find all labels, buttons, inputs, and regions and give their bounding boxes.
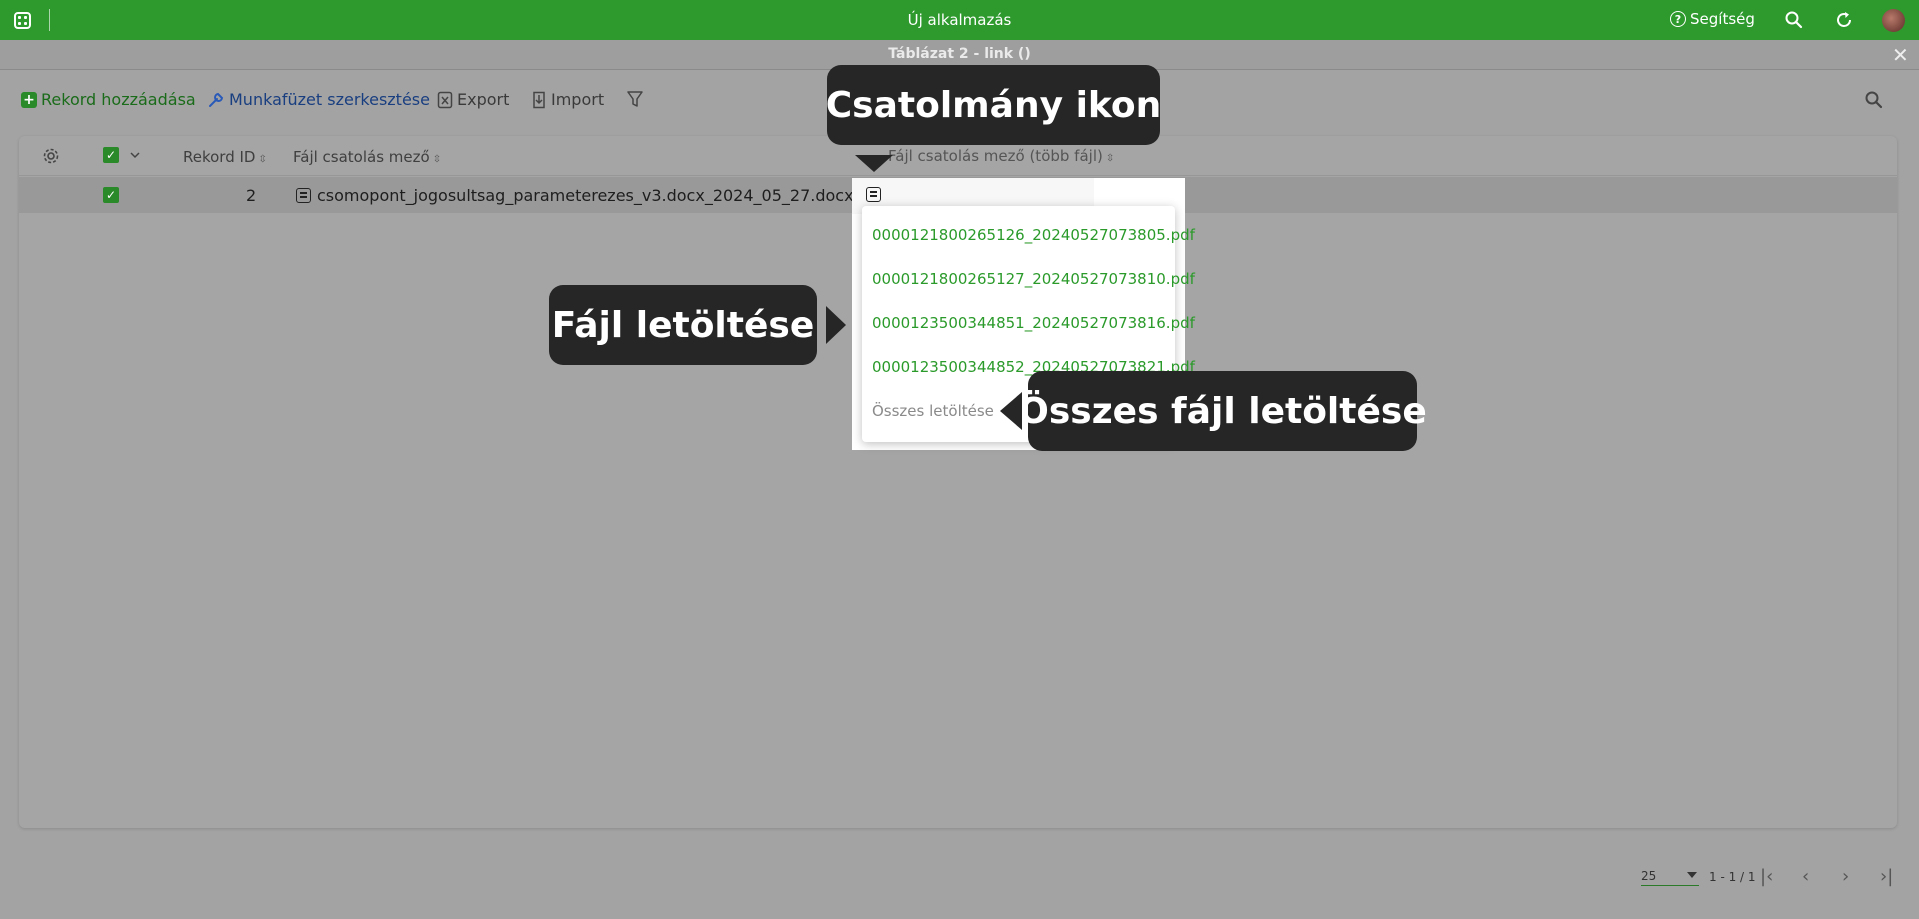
help-label: Segítség (1690, 10, 1755, 28)
import-icon (533, 91, 545, 108)
document-icon (296, 188, 311, 203)
gear-icon[interactable] (42, 147, 60, 165)
file-cell[interactable]: csomopont_jogosultsag_parameterezes_v3.d… (296, 186, 854, 205)
select-all-checkbox[interactable]: ✓ (103, 147, 119, 163)
help-button[interactable]: ? Segítség (1670, 10, 1755, 28)
sort-icon: ⇳ (258, 154, 267, 165)
dialog-title: Táblázat 2 - link () (888, 46, 1031, 62)
multi-file-header-label: Fájl csatolás mező (több fájl) (888, 147, 1103, 165)
file-download-link[interactable]: 0000123500344851_20240527073816.pdf (872, 314, 1195, 332)
plus-icon: + (21, 91, 37, 108)
column-header-record-id[interactable]: Rekord ID ⇳ (183, 148, 267, 166)
column-header-file-field[interactable]: Fájl csatolás mező ⇳ (293, 148, 441, 166)
row-checkbox[interactable]: ✓ (103, 187, 119, 203)
edit-workbook-label: Munkafüzet szerkesztése (229, 90, 430, 109)
export-icon (437, 91, 453, 108)
chevron-down-icon[interactable] (129, 150, 141, 160)
callout-attachment-icon: Csatolmány ikon (826, 65, 1161, 145)
table-search-button[interactable] (1864, 90, 1884, 110)
callout-arrow (1000, 392, 1022, 430)
page-info: 1 - 1 / 1 (1709, 870, 1756, 884)
export-button[interactable]: Export (437, 90, 509, 109)
edit-workbook-button[interactable]: Munkafüzet szerkesztése (207, 90, 430, 109)
sort-icon: ⇳ (432, 154, 442, 165)
add-record-label: Rekord hozzáadása (41, 90, 196, 109)
filter-icon (627, 91, 643, 107)
search-icon (1865, 91, 1883, 109)
page-size-value: 25 (1641, 869, 1657, 883)
callout-download-file: Fájl letöltése (549, 285, 817, 365)
search-icon[interactable] (1784, 10, 1804, 30)
next-page-icon[interactable]: › (1842, 866, 1849, 887)
export-label: Export (457, 90, 510, 109)
filter-button[interactable] (626, 90, 644, 108)
download-all-link[interactable]: Összes letöltése (872, 402, 994, 420)
callout-arrow (855, 155, 893, 172)
file-download-link[interactable]: 0000121800265127_20240527073810.pdf (872, 270, 1195, 288)
help-icon: ? (1670, 11, 1686, 27)
import-label: Import (551, 90, 605, 109)
app-title: Új alkalmazás (907, 11, 1012, 29)
close-icon[interactable]: ✕ (1892, 43, 1909, 67)
file-name: csomopont_jogosultsag_parameterezes_v3.d… (317, 186, 854, 205)
file-field-header-label: Fájl csatolás mező (293, 148, 430, 166)
add-record-button[interactable]: + Rekord hozzáadása (21, 90, 196, 109)
app-topbar: Új alkalmazás ? Segítség (0, 0, 1919, 40)
import-button[interactable]: Import (531, 90, 604, 109)
dropdown-arrow-icon (1687, 872, 1697, 878)
column-header-multi-file-field[interactable]: Fájl csatolás mező (több fájl) ⇳ (888, 147, 1114, 165)
callout-download-all-files: Összes fájl letöltése (1018, 371, 1427, 451)
record-id-header-label: Rekord ID (183, 148, 256, 166)
attachment-icon[interactable] (866, 187, 881, 202)
last-page-icon[interactable]: ›| (1880, 866, 1893, 887)
user-avatar[interactable] (1882, 9, 1905, 32)
first-page-icon[interactable]: |‹ (1760, 866, 1773, 887)
wrench-icon (209, 92, 224, 107)
file-download-link[interactable]: 0000121800265126_20240527073805.pdf (872, 226, 1195, 244)
refresh-icon[interactable] (1834, 10, 1854, 30)
record-id-cell: 2 (246, 186, 257, 205)
sort-icon: ⇳ (1105, 153, 1115, 164)
callout-arrow (826, 306, 846, 344)
page-size-select[interactable]: 25 (1641, 869, 1699, 886)
previous-page-icon[interactable]: ‹ (1802, 866, 1809, 887)
